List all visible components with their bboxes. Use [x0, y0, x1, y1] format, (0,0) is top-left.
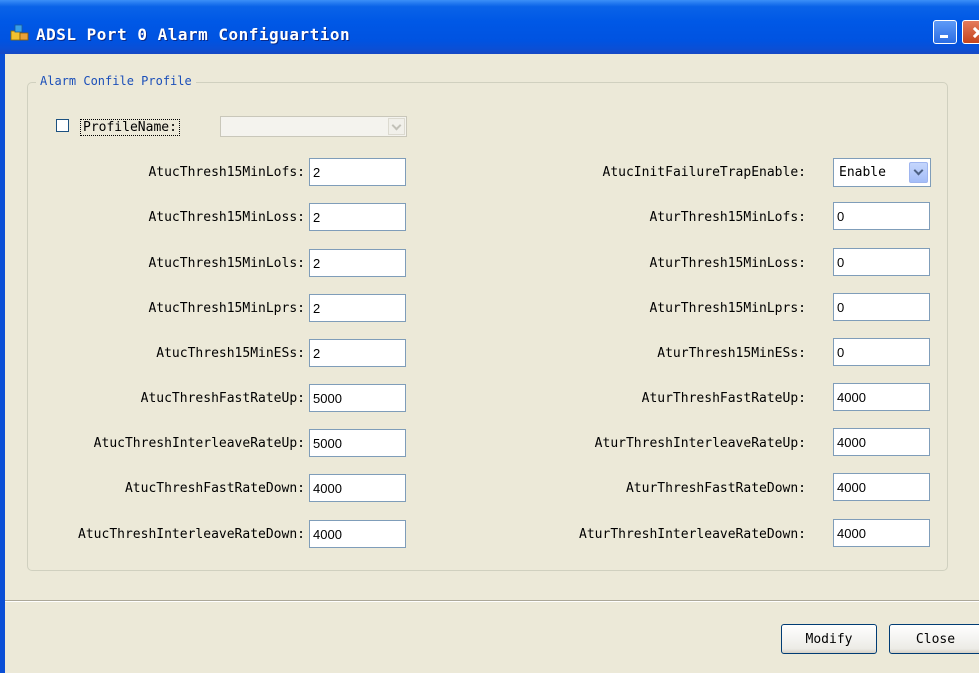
atuc-fast-rate-up-input[interactable] [309, 384, 406, 412]
atuc-init-failure-trap-label: AtucInitFailureTrapEnable: [602, 165, 807, 180]
atuc-interleave-rate-up-label: AtucThreshInterleaveRateUp: [93, 436, 305, 451]
atuc-15min-lols-input[interactable] [309, 249, 406, 277]
atur-interleave-rate-up-label: AturThreshInterleaveRateUp: [594, 436, 806, 451]
profile-name-select[interactable] [220, 116, 407, 137]
atur-fast-rate-up-input[interactable] [833, 383, 930, 411]
close-button[interactable]: Close [889, 624, 979, 654]
button-area-divider [5, 600, 979, 602]
atur-fast-rate-down-input[interactable] [833, 473, 930, 501]
modify-button[interactable]: Modify [781, 624, 877, 654]
trap-enable-select[interactable]: Enable [833, 158, 931, 187]
atuc-15min-lols-label: AtucThresh15MinLols: [148, 256, 305, 271]
atur-interleave-rate-down-label: AturThreshInterleaveRateDown: [579, 527, 806, 542]
atur-interleave-rate-up-input[interactable] [833, 428, 930, 456]
atuc-15min-ess-label: AtucThresh15MinESs: [156, 346, 305, 361]
atuc-15min-loss-input[interactable] [309, 203, 406, 231]
atuc-fast-rate-up-label: AtucThreshFastRateUp: [140, 391, 305, 406]
atur-interleave-rate-down-input[interactable] [833, 519, 930, 547]
atuc-interleave-rate-down-label: AtucThreshInterleaveRateDown: [78, 527, 305, 542]
atur-15min-lofs-input[interactable] [833, 202, 930, 230]
alarm-profile-group [27, 82, 948, 571]
title-bar[interactable]: ADSL Port 0 Alarm Configuartion [0, 0, 979, 54]
window-title: ADSL Port 0 Alarm Configuartion [36, 25, 351, 44]
atuc-15min-lofs-label: AtucThresh15MinLofs: [148, 165, 305, 180]
group-title: Alarm Confile Profile [36, 74, 196, 88]
chevron-down-icon[interactable] [388, 118, 405, 135]
atuc-15min-ess-input[interactable] [309, 339, 406, 367]
profile-name-checkbox[interactable] [56, 119, 69, 132]
atur-15min-ess-label: AturThresh15MinESs: [657, 346, 806, 361]
app-icon [10, 24, 29, 41]
alarm-config-window: ADSL Port 0 Alarm Configuartion Alarm Co… [0, 0, 979, 673]
atur-15min-loss-label: AturThresh15MinLoss: [649, 256, 806, 271]
profile-name-label[interactable]: ProfileName: [80, 119, 180, 136]
atur-15min-loss-input[interactable] [833, 248, 930, 276]
atuc-interleave-rate-down-input[interactable] [309, 520, 406, 548]
atuc-interleave-rate-up-input[interactable] [309, 429, 406, 457]
chevron-down-icon[interactable] [909, 162, 928, 183]
atuc-fast-rate-down-label: AtucThreshFastRateDown: [124, 481, 305, 496]
atuc-fast-rate-down-input[interactable] [309, 474, 406, 502]
trap-enable-value: Enable [839, 165, 886, 180]
atur-fast-rate-down-label: AturThreshFastRateDown: [625, 481, 806, 496]
atuc-15min-lprs-input[interactable] [309, 294, 406, 322]
atuc-15min-loss-label: AtucThresh15MinLoss: [148, 210, 305, 225]
atur-15min-lprs-label: AturThresh15MinLprs: [649, 301, 806, 316]
minimize-button[interactable] [933, 20, 957, 44]
atur-15min-lprs-input[interactable] [833, 293, 930, 321]
atuc-15min-lofs-input[interactable] [309, 158, 406, 186]
close-window-button[interactable] [962, 20, 979, 44]
window-frame-left [0, 54, 5, 673]
atuc-15min-lprs-label: AtucThresh15MinLprs: [148, 301, 305, 316]
atur-15min-lofs-label: AturThresh15MinLofs: [649, 210, 806, 225]
atur-fast-rate-up-label: AturThreshFastRateUp: [641, 391, 806, 406]
atur-15min-ess-input[interactable] [833, 338, 930, 366]
